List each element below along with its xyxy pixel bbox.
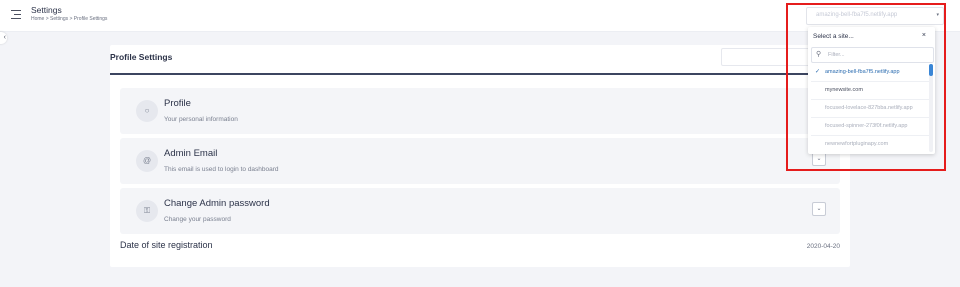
chevron-down-icon[interactable]: ⌄: [812, 202, 826, 216]
row-title: Admin Email: [164, 148, 218, 159]
breadcrumb[interactable]: Home > Settings > Profile Settings: [31, 16, 107, 22]
at-sign-icon: @: [136, 150, 158, 172]
highlight-box: [786, 3, 946, 171]
page-title: Settings: [31, 5, 62, 15]
row-subtitle: Your personal information: [164, 116, 238, 123]
registration-date: 2020-04-20: [806, 243, 840, 250]
collapse-sidebar-icon[interactable]: ‹: [0, 32, 7, 44]
settings-row-change-password[interactable]: ⚿ Change Admin password Change your pass…: [120, 188, 840, 234]
profile-settings-card: Profile Settings ○ Profile Your personal…: [110, 45, 850, 267]
section-divider: [110, 73, 850, 75]
section-title: Profile Settings: [110, 52, 173, 62]
user-icon: ○: [136, 100, 158, 122]
key-icon: ⚿: [136, 200, 158, 222]
settings-row-admin-email[interactable]: @ Admin Email This email is used to logi…: [120, 138, 840, 184]
row-title: Change Admin password: [164, 198, 270, 209]
row-subtitle: Change your password: [164, 216, 231, 223]
menu-icon[interactable]: [11, 10, 21, 19]
row-subtitle: This email is used to login to dashboard: [164, 166, 279, 173]
row-title: Profile: [164, 98, 191, 109]
settings-row-profile[interactable]: ○ Profile Your personal information: [120, 88, 840, 134]
registration-label: Date of site registration: [120, 240, 213, 250]
